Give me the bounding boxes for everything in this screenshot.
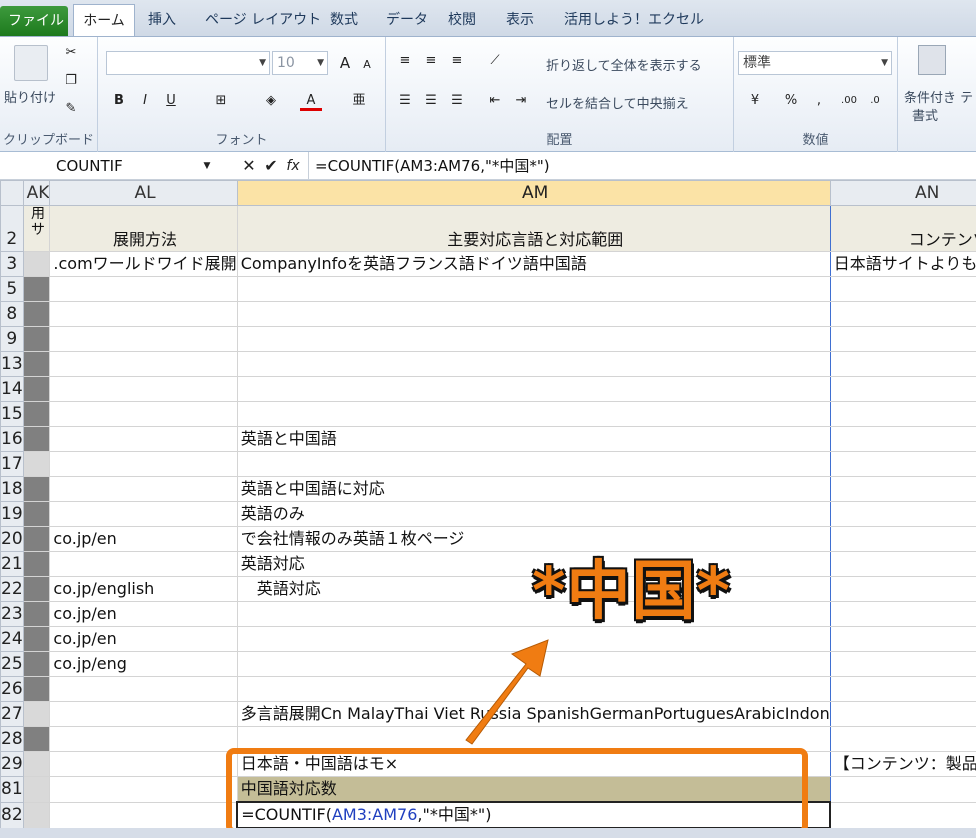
highlight-box	[226, 748, 808, 834]
callout-arrow-shape	[465, 639, 549, 745]
callout-arrow	[465, 639, 549, 745]
sheet-tab-bar	[0, 828, 976, 838]
